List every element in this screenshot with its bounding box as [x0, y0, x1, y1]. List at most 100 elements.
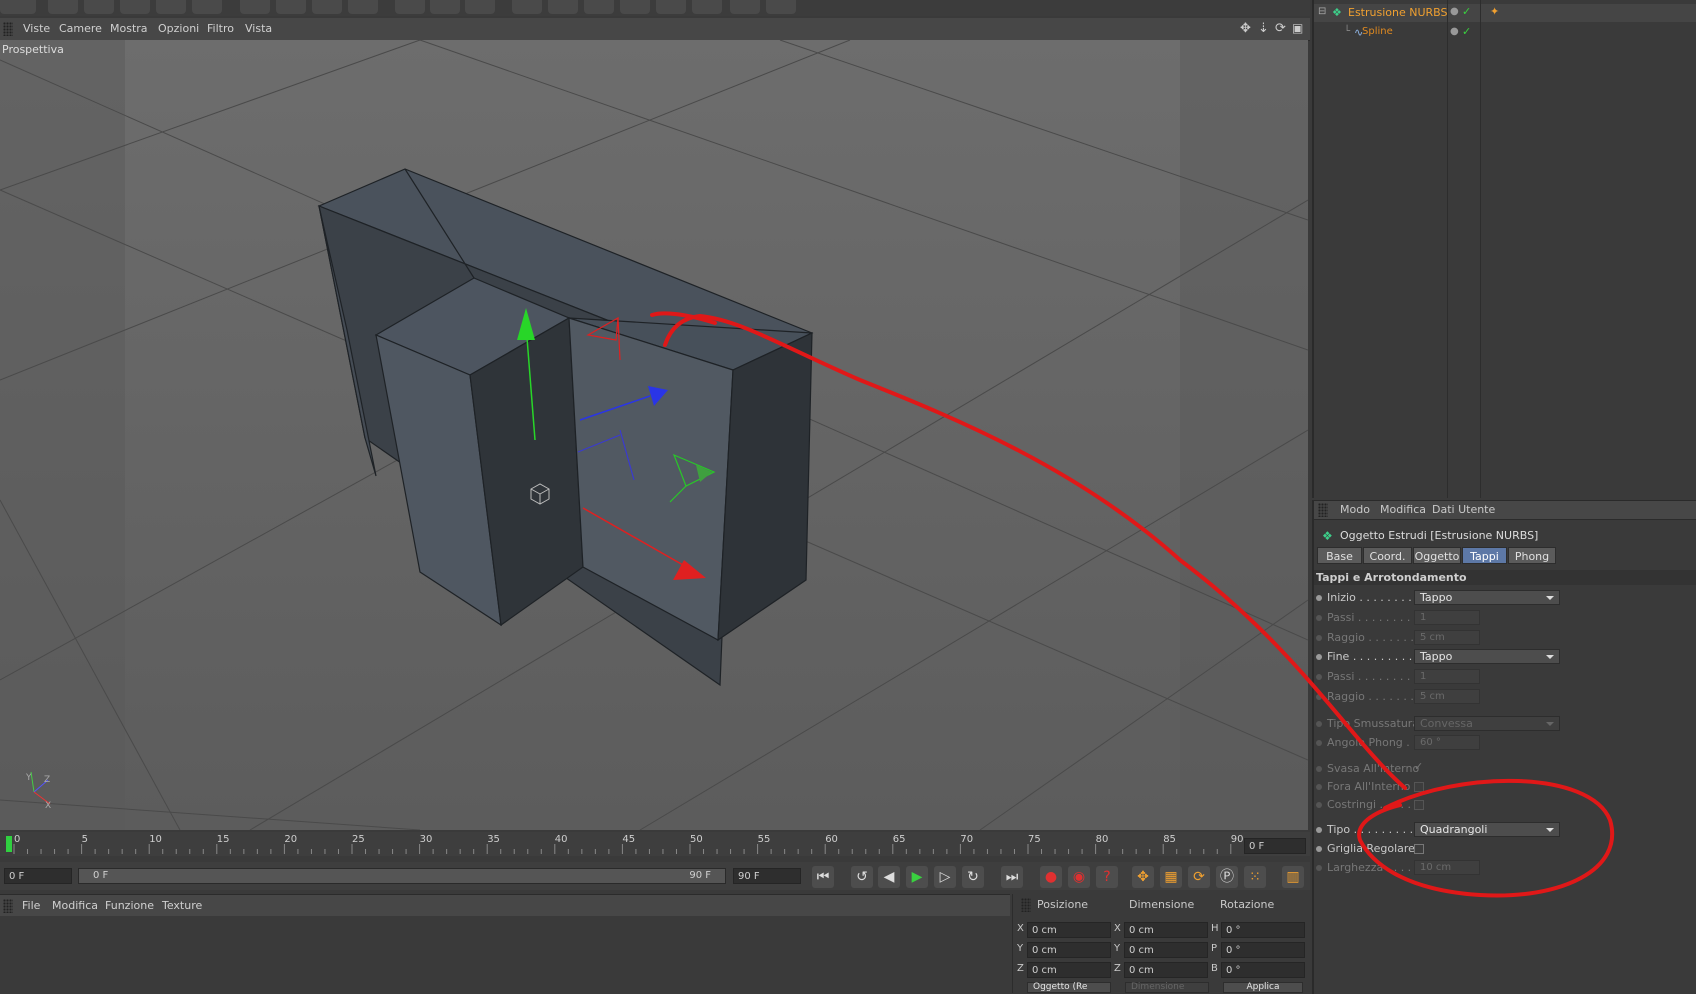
array-icon[interactable]	[620, 0, 650, 14]
animate-dot-icon[interactable]	[1316, 674, 1322, 680]
live-select-icon[interactable]	[48, 0, 78, 14]
animate-dot-icon[interactable]	[1316, 615, 1322, 621]
camera-icon[interactable]	[730, 0, 760, 14]
size-y-field[interactable]: 0 cm	[1124, 942, 1208, 958]
orbit-icon[interactable]: ⟳	[1275, 21, 1286, 36]
nurbs-object-icon[interactable]	[584, 0, 614, 14]
start-frame-field[interactable]: 0 F	[4, 868, 72, 884]
animate-dot-icon[interactable]	[1316, 827, 1322, 833]
menu-modo[interactable]: Modo	[1340, 503, 1370, 516]
timeline-window-icon[interactable]: ▥	[1282, 866, 1304, 888]
light-icon[interactable]	[766, 0, 796, 14]
animate-dot-icon[interactable]	[1316, 721, 1322, 727]
menu-modifica-attr[interactable]: Modifica	[1380, 503, 1426, 516]
fine-select[interactable]: Tappo	[1414, 649, 1560, 664]
menu-dati-utente[interactable]: Dati Utente	[1432, 503, 1495, 516]
go-to-end-icon[interactable]: ⏭	[1001, 866, 1023, 888]
menu-camere[interactable]: Camere	[59, 22, 102, 35]
tab-phong[interactable]: Phong	[1508, 547, 1556, 564]
spline-pen-icon[interactable]	[548, 0, 578, 14]
animate-dot-icon[interactable]	[1316, 694, 1322, 700]
position-y-field[interactable]: 0 cm	[1027, 942, 1111, 958]
tab-base[interactable]: Base	[1317, 547, 1362, 564]
deformer-icon[interactable]	[656, 0, 686, 14]
size-x-field[interactable]: 0 cm	[1124, 922, 1208, 938]
raggio-end-field[interactable]: 5 cm	[1414, 689, 1480, 704]
fora-checkbox[interactable]	[1414, 782, 1424, 792]
record-scale-icon[interactable]: ▦	[1160, 866, 1182, 888]
animate-dot-icon[interactable]	[1316, 595, 1322, 601]
render-to-picture-viewer-icon[interactable]	[430, 0, 460, 14]
menu-texture[interactable]: Texture	[162, 899, 202, 912]
animate-dot-icon[interactable]	[1316, 802, 1322, 808]
size-z-field[interactable]: 0 cm	[1124, 962, 1208, 978]
menu-filtro[interactable]: Filtro	[207, 22, 234, 35]
animate-dot-icon[interactable]	[1316, 846, 1322, 852]
z-axis-lock-icon[interactable]	[312, 0, 342, 14]
rotate-icon[interactable]	[156, 0, 186, 14]
animate-dot-icon[interactable]	[1316, 865, 1322, 871]
rotation-h-field[interactable]: 0 °	[1221, 922, 1305, 938]
recent-tool-icon[interactable]	[192, 0, 222, 14]
inizio-select[interactable]: Tappo	[1414, 590, 1560, 605]
floor-icon[interactable]	[692, 0, 722, 14]
griglia-regolare-checkbox[interactable]	[1414, 844, 1424, 854]
end-frame-field[interactable]: 90 F	[733, 868, 801, 884]
object-name-extrude[interactable]: Estrusione NURBS	[1348, 6, 1448, 19]
x-axis-lock-icon[interactable]	[240, 0, 270, 14]
y-axis-lock-icon[interactable]	[276, 0, 306, 14]
collapse-icon[interactable]: ⊟	[1318, 6, 1326, 17]
animate-dot-icon[interactable]	[1316, 654, 1322, 660]
position-z-field[interactable]: 0 cm	[1027, 962, 1111, 978]
section-header[interactable]: Tappi e Arrotondamento	[1314, 570, 1696, 585]
svasa-checkbox-checked-icon[interactable]: ✓	[1414, 760, 1423, 773]
record-point-level-icon[interactable]: ⁙	[1244, 866, 1266, 888]
menu-mostra[interactable]: Mostra	[110, 22, 148, 35]
rotation-b-field[interactable]: 0 °	[1221, 962, 1305, 978]
menu-funzione[interactable]: Funzione	[105, 899, 154, 912]
render-view-icon[interactable]	[395, 0, 425, 14]
menu-viste[interactable]: Viste	[23, 22, 50, 35]
previous-frame-icon[interactable]: ◀	[878, 866, 900, 888]
coordinate-system-icon[interactable]	[348, 0, 378, 14]
material-list-area[interactable]	[0, 916, 1010, 993]
tab-tappi[interactable]: Tappi	[1462, 547, 1507, 564]
scale-icon[interactable]	[120, 0, 150, 14]
raggio-start-field[interactable]: 5 cm	[1414, 630, 1480, 645]
tag-icon[interactable]: ✦	[1490, 5, 1499, 18]
autokeying-icon[interactable]: ◉	[1068, 866, 1090, 888]
tipo-select[interactable]: Quadrangoli	[1414, 822, 1560, 837]
passi-end-field[interactable]: 1	[1414, 669, 1480, 684]
costringi-checkbox[interactable]	[1414, 800, 1424, 810]
apply-button[interactable]: Applica	[1223, 982, 1303, 993]
position-x-field[interactable]: 0 cm	[1027, 922, 1111, 938]
coordinate-mode-select[interactable]: Oggetto (Re	[1027, 982, 1111, 993]
record-active-objects-icon[interactable]: ●	[1040, 866, 1062, 888]
record-rotation-icon[interactable]: ⟳	[1188, 866, 1210, 888]
render-settings-icon[interactable]	[465, 0, 495, 14]
grip-handle-icon[interactable]	[1021, 898, 1031, 912]
menu-file[interactable]: File	[22, 899, 40, 912]
play-icon[interactable]: ▶	[906, 866, 928, 888]
menu-opzioni[interactable]: Opzioni	[158, 22, 199, 35]
perspective-viewport[interactable]: Y Z X Prospettiva	[0, 40, 1308, 830]
current-frame-field[interactable]: 0 F	[1244, 838, 1306, 854]
record-parameter-icon[interactable]: Ⓟ	[1216, 866, 1238, 888]
tipo-smussatura-select[interactable]: Convessa	[1414, 716, 1560, 731]
grip-handle-icon[interactable]	[1318, 503, 1328, 517]
size-mode-select[interactable]: Dimensione	[1125, 982, 1209, 993]
zoom-icon[interactable]: ⇣	[1258, 21, 1269, 36]
timeline-ruler[interactable]: 0 5 10 15 20 25 30 35 40 45 50 55 60 65 70 75 80 85 90 0 F	[0, 832, 1310, 856]
menu-modifica[interactable]: Modifica	[52, 899, 98, 912]
object-name-spline[interactable]: Spline	[1362, 26, 1393, 37]
grip-handle-icon[interactable]	[3, 22, 13, 36]
previous-key-icon[interactable]: ↺	[851, 866, 873, 888]
passi-start-field[interactable]: 1	[1414, 610, 1480, 625]
frame-range-slider[interactable]: 0 F 90 F	[78, 868, 726, 884]
animate-dot-icon[interactable]	[1316, 784, 1322, 790]
animate-dot-icon[interactable]	[1316, 635, 1322, 641]
pan-icon[interactable]: ✥	[1240, 21, 1251, 36]
angolo-phong-field[interactable]: 60 °	[1414, 735, 1480, 750]
cube-object-icon[interactable]	[512, 0, 542, 14]
rotation-p-field[interactable]: 0 °	[1221, 942, 1305, 958]
